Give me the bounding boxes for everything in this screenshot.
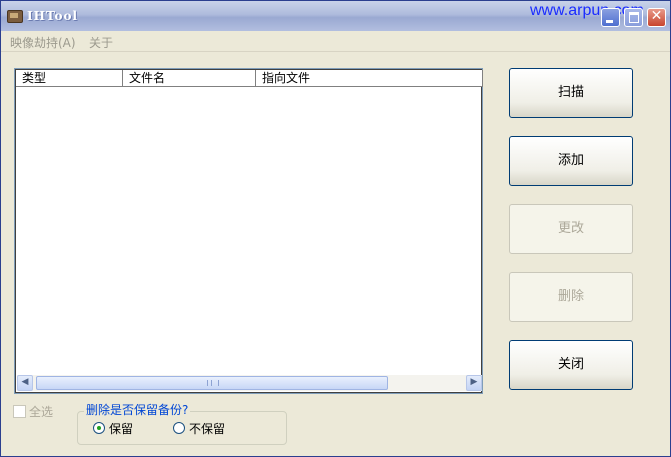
no-backup-radio[interactable]	[173, 422, 185, 434]
list-body: 类型 文件名 指向文件 ◀ ▶	[15, 69, 483, 393]
add-button[interactable]: 添加	[509, 136, 633, 186]
chevron-right-icon: ▶	[470, 377, 478, 387]
close-button[interactable]: 关闭	[509, 340, 633, 390]
select-all-label: 全选	[29, 405, 54, 419]
backup-group-title: 删除是否保留备份?	[84, 401, 191, 418]
scroll-thumb[interactable]	[36, 376, 388, 390]
ihtool-window: IHTool www.arpun.com ✕ 映像劫持(A) 关于 类型 文件名…	[0, 0, 671, 457]
close-icon: ✕	[650, 8, 663, 24]
modify-button[interactable]: 更改	[509, 204, 633, 254]
keep-backup-label: 保留	[109, 422, 134, 436]
delete-button[interactable]: 删除	[509, 272, 633, 322]
horizontal-scrollbar[interactable]: ◀ ▶	[17, 375, 482, 391]
menu-item-about[interactable]: 关于	[89, 34, 113, 51]
hijack-list[interactable]: 类型 文件名 指向文件 ◀ ▶	[14, 68, 483, 394]
select-all-checkbox[interactable]	[13, 405, 26, 418]
grip-icon	[207, 380, 219, 386]
column-header-filename[interactable]: 文件名	[123, 70, 256, 87]
scroll-left-button[interactable]: ◀	[17, 375, 33, 391]
title-bar[interactable]: IHTool www.arpun.com ✕	[1, 1, 670, 31]
scroll-right-button[interactable]: ▶	[466, 375, 482, 391]
keep-backup-radio[interactable]	[93, 422, 105, 434]
menu-bar: 映像劫持(A) 关于	[1, 31, 670, 52]
column-header-type[interactable]: 类型	[16, 70, 123, 87]
minimize-button[interactable]	[601, 8, 620, 27]
window-title: IHTool	[27, 9, 79, 23]
scan-button[interactable]: 扫描	[509, 68, 633, 118]
no-backup-label: 不保留	[189, 422, 226, 436]
app-icon	[7, 10, 23, 23]
chevron-left-icon: ◀	[21, 377, 29, 387]
menu-item-hijack[interactable]: 映像劫持(A)	[10, 34, 76, 51]
column-header-target[interactable]: 指向文件	[256, 70, 483, 87]
close-window-button[interactable]: ✕	[647, 8, 666, 27]
maximize-button[interactable]	[624, 8, 643, 27]
